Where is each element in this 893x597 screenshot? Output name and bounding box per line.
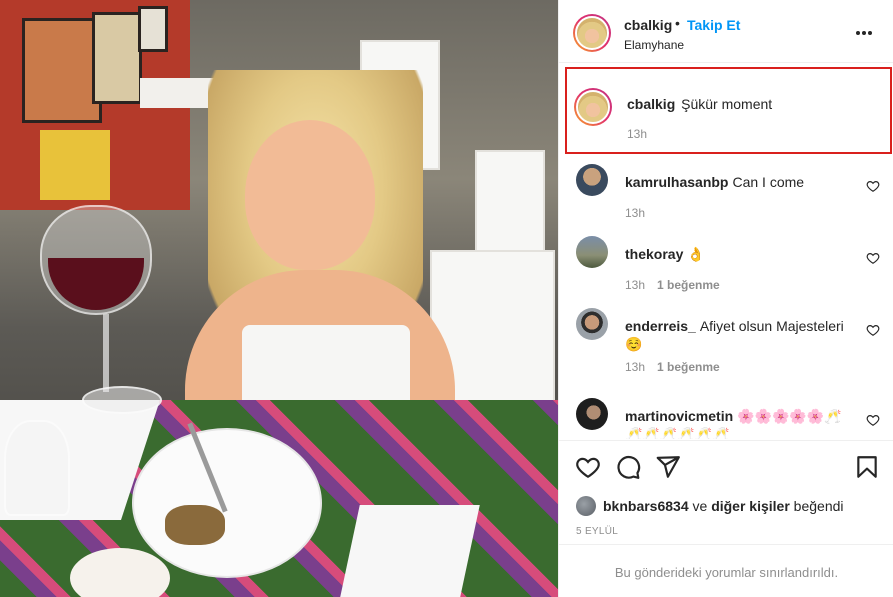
commenter-username[interactable]: enderreis_ xyxy=(625,318,696,334)
post-header: cbalkig • Takip Et Elamyhane xyxy=(559,0,893,63)
heart-icon[interactable] xyxy=(866,251,880,265)
comment-icon[interactable] xyxy=(615,454,641,480)
photo-poster xyxy=(92,12,142,104)
commenter-username[interactable]: kamrulhasanbp xyxy=(625,174,728,190)
commenter-username[interactable]: thekoray xyxy=(625,246,683,262)
bookmark-icon[interactable] xyxy=(854,454,880,480)
author-avatar[interactable] xyxy=(573,14,611,52)
comment-body: 👌 xyxy=(687,246,705,262)
liked-by-connector: ve xyxy=(692,498,708,514)
photo-poster xyxy=(138,6,168,52)
separator-dot: • xyxy=(675,15,680,31)
follow-button[interactable]: Takip Et xyxy=(687,17,740,33)
caption-username[interactable]: cbalkig xyxy=(627,96,675,112)
comment-likes[interactable]: 1 beğenme xyxy=(657,278,720,292)
comment-body: Can I come xyxy=(732,174,805,190)
caption-body: Şükür moment xyxy=(681,96,773,112)
heart-icon[interactable] xyxy=(866,413,880,427)
photo-glass-base xyxy=(82,386,162,414)
photo-water-glass xyxy=(4,420,70,516)
comment-time[interactable]: 13h xyxy=(625,278,645,292)
comment-time[interactable]: 13h xyxy=(625,360,645,374)
liker-avatar[interactable] xyxy=(576,496,596,516)
heart-icon[interactable] xyxy=(866,179,880,193)
liked-by-others[interactable]: diğer kişiler xyxy=(711,498,790,514)
caption-text: cbalkig Şükür moment xyxy=(627,96,772,112)
comments-restricted-notice: Bu gönderideki yorumlar sınırlandırıldı. xyxy=(559,544,893,597)
comments-list[interactable]: kamrulhasanbp Can I come 13h thekoray 👌 13… xyxy=(559,156,893,439)
commenter-avatar[interactable] xyxy=(576,308,608,340)
commenter-avatar[interactable] xyxy=(576,398,608,430)
heart-icon[interactable] xyxy=(575,454,601,480)
comment-time[interactable]: 13h xyxy=(625,206,645,220)
post-photo[interactable] xyxy=(0,0,558,597)
post-caption-highlighted: cbalkig Şükür moment 13h xyxy=(565,67,892,154)
photo-napkin xyxy=(340,505,480,597)
comment-text: martinovicmetin 🌸🌸🌸🌸🌸🥂🥂🥂🥂🥂🥂🥂 xyxy=(625,407,853,439)
post-actions-bar xyxy=(559,440,893,492)
commenter-username[interactable]: martinovicmetin xyxy=(625,408,733,424)
caption-timestamp[interactable]: 13h xyxy=(627,127,647,141)
comment-text: enderreis_ Afiyet olsun Majesteleri ☺️ xyxy=(625,317,853,353)
liked-by-suffix: beğendi xyxy=(793,498,844,514)
post-date[interactable]: 5 EYLÜL xyxy=(576,526,618,537)
photo-person-face xyxy=(245,120,375,270)
commenter-avatar[interactable] xyxy=(576,164,608,196)
caption-author-avatar[interactable] xyxy=(574,88,612,126)
heart-icon[interactable] xyxy=(866,323,880,337)
comment-meta: 13h 1 beğenme xyxy=(625,278,720,292)
photo-yellow-cushion xyxy=(40,130,110,200)
more-horizontal-icon[interactable] xyxy=(856,22,876,38)
post-side-panel: cbalkig • Takip Et Elamyhane cbalkig Şük… xyxy=(558,0,893,597)
comment-meta: 13h xyxy=(625,206,645,220)
liked-by-text: bknbars6834 ve diğer kişiler beğendi xyxy=(603,498,844,514)
liker-username[interactable]: bknbars6834 xyxy=(603,498,689,514)
comment-text: thekoray 👌 xyxy=(625,245,853,263)
share-icon[interactable] xyxy=(655,454,681,480)
author-username[interactable]: cbalkig xyxy=(624,17,672,33)
photo-glass-stem xyxy=(103,314,109,392)
photo-plate xyxy=(132,428,322,578)
commenter-avatar[interactable] xyxy=(576,236,608,268)
photo-food xyxy=(165,505,225,545)
post-location[interactable]: Elamyhane xyxy=(624,38,684,52)
comment-meta: 13h 1 beğenme xyxy=(625,360,720,374)
comment-likes[interactable]: 1 beğenme xyxy=(657,360,720,374)
comment-text: kamrulhasanbp Can I come xyxy=(625,173,853,191)
photo-chair xyxy=(475,150,545,260)
photo-poster xyxy=(22,18,102,123)
